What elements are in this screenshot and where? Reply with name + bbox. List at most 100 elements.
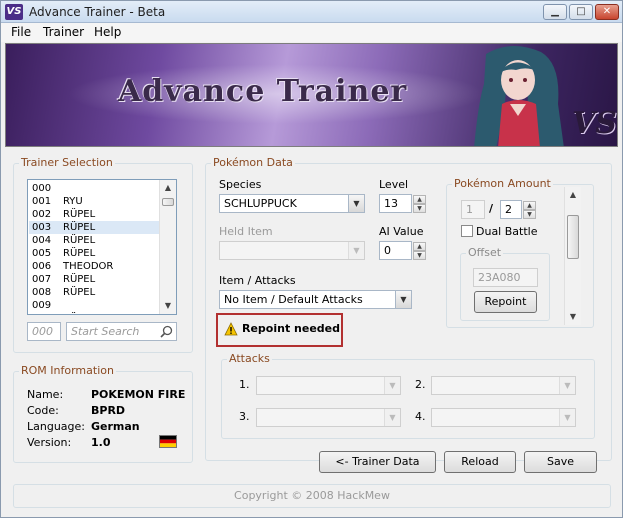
spin-down-icon[interactable]: ▼ (523, 210, 536, 219)
trainer-list-item[interactable]: 001 RYU (29, 195, 160, 208)
attacks-label: Attacks (227, 352, 272, 365)
pokemon-total-stepper[interactable]: 2 ▲ ▼ (500, 200, 536, 219)
trainer-data-button[interactable]: <- Trainer Data (319, 451, 436, 473)
pokemon-current-input[interactable]: 1 (461, 200, 485, 219)
save-button[interactable]: Save (524, 451, 597, 473)
amount-separator: / (489, 202, 494, 215)
app-logo-icon: VS (5, 4, 23, 20)
attack-slot-1-label: 1. (239, 378, 250, 391)
trainer-name: RÜPEL (63, 248, 96, 259)
dual-battle-label: Dual Battle (476, 225, 538, 238)
trainer-list-item[interactable]: 004 RÜPEL (29, 234, 160, 247)
scroll-up-icon[interactable]: ▲ (160, 180, 176, 196)
trainer-list-item[interactable]: 009 (29, 299, 160, 312)
spin-down-icon[interactable]: ▼ (413, 204, 426, 213)
trainer-number: 007 (32, 274, 52, 285)
minimize-button[interactable]: ▁ (543, 4, 567, 20)
rom-information-group: ROM Information (13, 364, 193, 463)
maximize-icon: □ (576, 6, 586, 17)
trainer-list-item[interactable]: 010 RÜPEL (29, 312, 160, 314)
chevron-down-icon[interactable]: ▼ (384, 377, 400, 394)
trainer-name: RYU (63, 196, 83, 207)
trainer-list-item[interactable]: 000 (29, 182, 160, 195)
trainer-list-item[interactable]: 008 RÜPEL (29, 286, 160, 299)
trainer-list-item[interactable]: 007 RÜPEL (29, 273, 160, 286)
trainer-name: RÜPEL (63, 222, 96, 233)
chevron-down-icon[interactable]: ▼ (395, 291, 411, 308)
attack-3-select[interactable]: ▼ (256, 408, 401, 427)
repoint-warning: Repoint needed (216, 313, 343, 347)
trainer-name: RÜPEL (63, 287, 96, 298)
ai-value-stepper[interactable]: 0 ▲ ▼ (379, 241, 426, 260)
trainer-name: THEODOR (63, 261, 114, 272)
scroll-thumb[interactable] (162, 198, 174, 206)
close-button[interactable]: ✕ (595, 4, 619, 20)
trainer-list-item[interactable]: 005 RÜPEL (29, 247, 160, 260)
menu-bar: File Trainer Help (1, 23, 622, 42)
repoint-button[interactable]: Repoint (474, 291, 537, 313)
spin-up-icon[interactable]: ▲ (413, 242, 426, 251)
trainer-name: RÜPEL (63, 235, 96, 246)
pokemon-amount-label: Pokémon Amount (452, 177, 553, 190)
chevron-down-icon[interactable]: ▼ (348, 195, 364, 212)
scroll-down-icon[interactable]: ▼ (160, 298, 176, 314)
species-select[interactable]: SCHLUPPUCK ▼ (219, 194, 365, 213)
trainer-id-input[interactable]: 000 (27, 322, 61, 341)
amount-scrollbar[interactable]: ▲ ▼ (564, 187, 581, 325)
item-attacks-select[interactable]: No Item / Default Attacks ▼ (219, 290, 412, 309)
rom-language-label: Language: (27, 420, 85, 433)
rom-information-label: ROM Information (19, 364, 116, 377)
attack-4-select[interactable]: ▼ (431, 408, 576, 427)
spin-up-icon[interactable]: ▲ (523, 201, 536, 210)
reload-button[interactable]: Reload (444, 451, 516, 473)
attack-slot-3-label: 3. (239, 410, 250, 423)
menu-help[interactable]: Help (94, 25, 121, 39)
scroll-thumb[interactable] (567, 215, 579, 259)
german-flag-icon (159, 435, 177, 448)
trainer-number: 009 (32, 300, 52, 311)
attack-slot-4-label: 4. (415, 410, 426, 423)
rom-version-value: 1.0 (91, 436, 111, 449)
attack-2-select[interactable]: ▼ (431, 376, 576, 395)
trainer-list-item[interactable]: 003 RÜPEL (29, 221, 160, 234)
trainer-list-scrollbar[interactable]: ▲ ▼ (159, 180, 176, 314)
chevron-down-icon[interactable]: ▼ (559, 377, 575, 394)
level-stepper[interactable]: 13 ▲ ▼ (379, 194, 426, 213)
menu-trainer[interactable]: Trainer (43, 25, 84, 39)
trainer-number: 002 (32, 209, 52, 220)
chevron-down-icon[interactable]: ▼ (348, 242, 364, 259)
chevron-down-icon[interactable]: ▼ (384, 409, 400, 426)
rom-code-value: BPRD (91, 404, 126, 417)
trainer-search-input[interactable]: Start Search (66, 322, 177, 341)
title-bar[interactable]: VS Advance Trainer - Beta ▁ □ ✕ (1, 1, 622, 23)
spin-up-icon[interactable]: ▲ (413, 195, 426, 204)
rom-name-label: Name: (27, 388, 64, 401)
attack-slot-2-label: 2. (415, 378, 426, 391)
repoint-warning-text: Repoint needed (242, 322, 341, 335)
footer-copyright: Copyright © 2008 HackMew (13, 484, 611, 508)
trainer-number: 003 (32, 222, 52, 233)
trainer-artwork (474, 46, 564, 146)
dual-battle-checkbox[interactable] (461, 225, 473, 237)
menu-file[interactable]: File (11, 25, 31, 39)
offset-input[interactable]: 23A080 (473, 268, 538, 287)
level-spin-buttons[interactable]: ▲ ▼ (413, 195, 426, 214)
trainer-list-item[interactable]: 006 THEODOR (29, 260, 160, 273)
minimize-icon: ▁ (551, 6, 559, 17)
held-item-label: Held Item (219, 225, 273, 238)
maximize-button[interactable]: □ (569, 4, 593, 20)
attack-1-select[interactable]: ▼ (256, 376, 401, 395)
scroll-down-icon[interactable]: ▼ (565, 309, 581, 325)
chevron-down-icon[interactable]: ▼ (559, 409, 575, 426)
trainer-list[interactable]: 000 001 RYU 002 RÜPEL 003 RÜPEL 004 RÜPEL 005 RÜPE… (27, 179, 177, 315)
ai-spin-buttons[interactable]: ▲ ▼ (413, 242, 426, 261)
total-spin-buttons[interactable]: ▲ ▼ (523, 201, 536, 220)
trainer-number: 006 (32, 261, 52, 272)
search-icon[interactable] (160, 325, 173, 338)
trainer-list-item[interactable]: 002 RÜPEL (29, 208, 160, 221)
scroll-up-icon[interactable]: ▲ (565, 187, 581, 203)
held-item-select[interactable]: ▼ (219, 241, 365, 260)
spin-down-icon[interactable]: ▼ (413, 251, 426, 260)
trainer-number: 008 (32, 287, 52, 298)
trainer-number: 000 (32, 183, 52, 194)
